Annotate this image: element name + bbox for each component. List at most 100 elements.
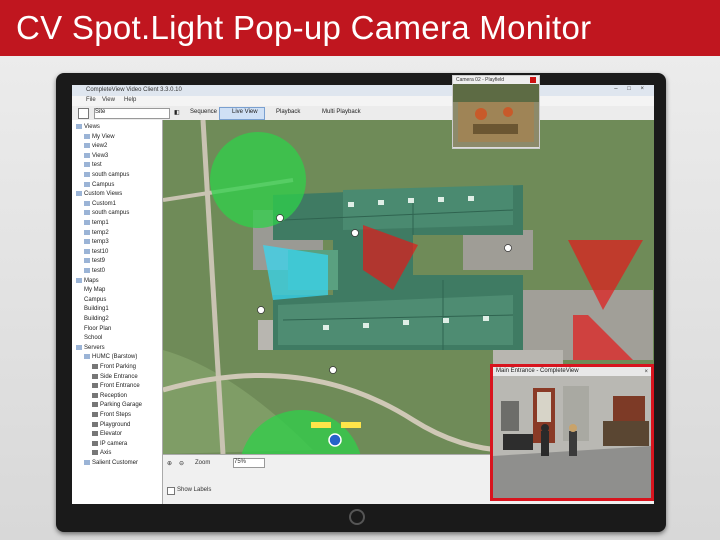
tree-item[interactable]: south campus bbox=[84, 171, 129, 179]
view-icon bbox=[84, 248, 90, 254]
tree-item-label: Servers bbox=[84, 344, 105, 351]
tree-item-label: Front Parking bbox=[100, 364, 137, 370]
view-icon bbox=[84, 258, 90, 264]
tree-item[interactable]: Salient Customer bbox=[84, 459, 138, 467]
tree-item[interactable]: Reception bbox=[92, 392, 127, 400]
camera-popup-playfield[interactable]: Camera 02 - Playfield bbox=[452, 75, 540, 149]
tree-item[interactable]: view2 bbox=[84, 142, 107, 150]
tree-item-label: Axis bbox=[100, 450, 112, 457]
popup-header: Camera 02 - Playfield bbox=[453, 76, 539, 84]
tree-item-label: HUMC (Barstow) bbox=[92, 354, 138, 361]
tree-item[interactable]: Custom Views bbox=[76, 190, 122, 198]
tree-item-label: Campus bbox=[92, 181, 115, 188]
slide-title: CV Spot.Light Pop-up Camera Monitor bbox=[16, 9, 592, 46]
folder-icon bbox=[76, 344, 82, 350]
tree-item[interactable]: IP camera bbox=[92, 440, 127, 448]
sidebar-toggle-icon[interactable] bbox=[78, 108, 89, 119]
tree-item[interactable]: Front Steps bbox=[92, 411, 131, 419]
tree-item[interactable]: Views bbox=[76, 123, 100, 131]
tree-item-label: Floor Plan bbox=[84, 325, 112, 332]
camera-icon bbox=[92, 383, 98, 389]
view-icon bbox=[84, 143, 90, 149]
view-icon bbox=[84, 210, 90, 216]
window-controls[interactable]: – □ × bbox=[614, 86, 648, 92]
power-icon bbox=[349, 509, 365, 525]
tree-item[interactable]: Elevator bbox=[92, 430, 122, 438]
tree-item-label: IP camera bbox=[100, 440, 128, 447]
tree-item[interactable]: Building1 bbox=[84, 305, 181, 346]
tree-item[interactable]: Parking Garage bbox=[92, 401, 142, 409]
camera-icon bbox=[92, 440, 98, 446]
zoom-select[interactable]: 75% bbox=[233, 458, 265, 468]
site-select[interactable]: Site bbox=[94, 108, 170, 119]
popup-main-header: Main Entrance - CompleteView × bbox=[493, 367, 651, 376]
tree-item[interactable]: Axis bbox=[92, 449, 111, 457]
tree-item[interactable]: Floor Plan bbox=[84, 325, 181, 365]
menu-file[interactable]: File bbox=[86, 97, 96, 103]
camera-icon bbox=[92, 421, 98, 427]
tree-item[interactable]: Servers bbox=[76, 344, 105, 352]
tree-item-label: Front Entrance bbox=[100, 383, 140, 390]
sidebar-tree: Views My View view2 View3 test south campus Ca… bbox=[72, 120, 181, 504]
tree-item[interactable]: My Map bbox=[84, 286, 181, 327]
tree-item[interactable]: south campus bbox=[84, 209, 129, 217]
zoom-in-icon[interactable]: ⊕ bbox=[167, 460, 172, 467]
tree-item[interactable]: temp2 bbox=[84, 229, 109, 237]
main-entrance-popup[interactable]: Main Entrance - CompleteView × bbox=[490, 364, 654, 501]
menu-help[interactable]: Help bbox=[124, 97, 136, 103]
main-entrance-video bbox=[493, 376, 651, 498]
zoom-out-icon[interactable]: ⊖ bbox=[179, 460, 184, 467]
tree-item-label: south campus bbox=[92, 210, 130, 217]
tree-item-label: temp2 bbox=[92, 229, 109, 236]
view-icon bbox=[84, 181, 90, 187]
tree-item[interactable]: Front Parking bbox=[92, 363, 136, 371]
tree-item-label: Maps bbox=[84, 277, 99, 284]
camera-icon bbox=[92, 373, 98, 379]
camera-icon bbox=[92, 402, 98, 408]
tree-item-label: view2 bbox=[92, 143, 108, 150]
tree-item[interactable]: Maps bbox=[76, 277, 99, 285]
camera-icon bbox=[92, 363, 98, 369]
view-icon bbox=[84, 171, 90, 177]
tree-item[interactable]: temp1 bbox=[84, 219, 109, 227]
tree-item-label: Playground bbox=[100, 421, 131, 428]
menu-view[interactable]: View bbox=[102, 97, 115, 103]
tree-item[interactable]: test0 bbox=[84, 267, 105, 275]
multi-playback-button[interactable]: Multi Playback bbox=[322, 109, 361, 115]
tree-item-label: test bbox=[92, 162, 102, 169]
tree-item[interactable]: View3 bbox=[84, 152, 108, 160]
view-icon bbox=[84, 162, 90, 168]
expand-icon[interactable]: ◧ bbox=[174, 109, 180, 116]
view-icon bbox=[84, 267, 90, 273]
tree-item[interactable]: Front Entrance bbox=[92, 382, 140, 390]
tree-item[interactable]: Campus bbox=[84, 181, 114, 189]
show-labels-checkbox[interactable] bbox=[167, 487, 175, 495]
playback-button[interactable]: Playback bbox=[276, 109, 300, 115]
close-icon[interactable] bbox=[530, 77, 536, 83]
tree-item[interactable]: Side Entrance bbox=[92, 373, 138, 381]
zoom-label: Zoom bbox=[195, 460, 211, 466]
tree-item-label: My View bbox=[92, 133, 115, 140]
tree-item[interactable]: test10 bbox=[84, 248, 108, 256]
sequence-button[interactable]: Sequence bbox=[190, 109, 217, 115]
folder-icon bbox=[84, 354, 90, 360]
tree-item-label: south campus bbox=[92, 172, 130, 178]
show-labels-label: Show Labels bbox=[177, 487, 212, 493]
tree-item[interactable]: Playground bbox=[92, 421, 130, 429]
tree-item-label: test9 bbox=[92, 258, 106, 265]
tree-item[interactable]: Campus bbox=[84, 296, 181, 336]
tree-item[interactable]: test9 bbox=[84, 257, 105, 265]
tree-item[interactable]: Building2 bbox=[84, 315, 181, 355]
tree-item[interactable]: HUMC (Barstow) bbox=[84, 353, 137, 361]
tree-item[interactable]: School bbox=[84, 334, 181, 375]
tree-item[interactable]: My View bbox=[84, 133, 115, 141]
tree-item[interactable]: test bbox=[84, 161, 102, 169]
window-title: CompleteView Video Client 3.3.0.10 bbox=[86, 87, 182, 93]
tree-item-label: Side Entrance bbox=[100, 373, 138, 380]
tree-item-label: Campus bbox=[84, 296, 107, 303]
tree-item[interactable]: temp3 bbox=[84, 238, 109, 246]
window-titlebar: CompleteView Video Client 3.3.0.10 – □ × bbox=[72, 85, 654, 96]
tree-item-label: School bbox=[84, 335, 103, 342]
tree-item[interactable]: Custom1 bbox=[84, 200, 116, 208]
live-view-button[interactable]: Live View bbox=[232, 109, 258, 115]
